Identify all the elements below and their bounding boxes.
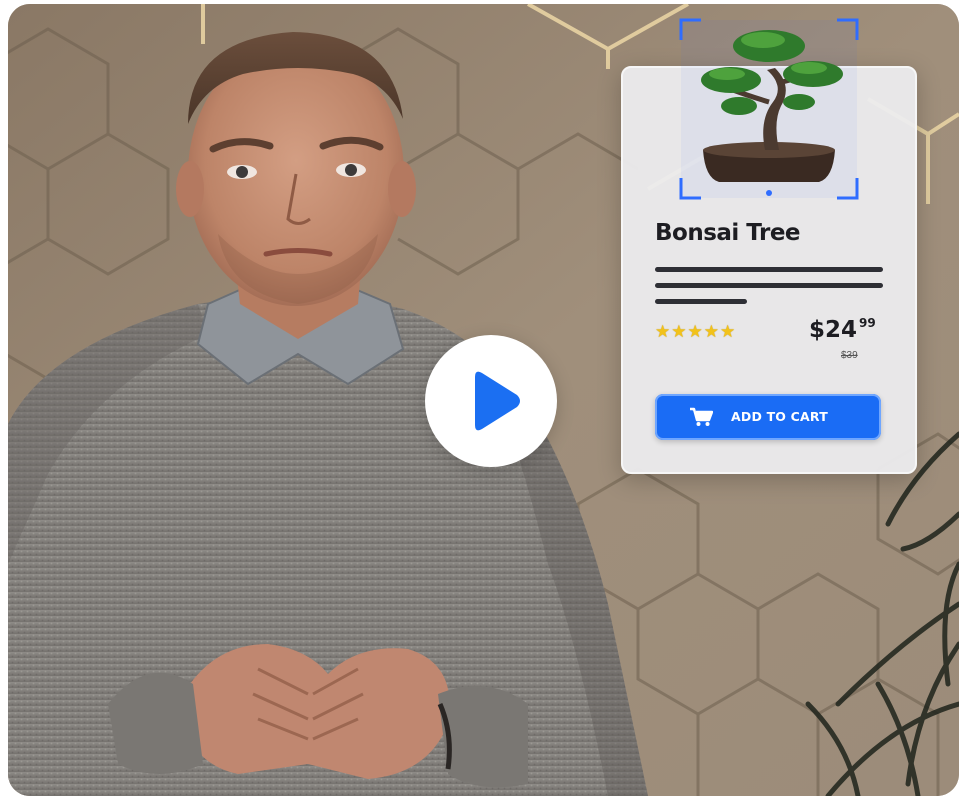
product-price: $24 99: [809, 316, 876, 343]
bonsai-image: [679, 18, 859, 200]
add-to-cart-label: ADD TO CART: [731, 409, 828, 424]
play-button[interactable]: [425, 335, 557, 467]
add-to-cart-button[interactable]: ADD TO CART: [655, 394, 881, 440]
original-price: $39: [841, 350, 858, 361]
rating-stars: ★★★★★: [655, 322, 737, 341]
cart-icon: [690, 407, 713, 426]
description-placeholder-line: [655, 299, 747, 304]
description-placeholder-line: [655, 283, 883, 288]
price-dollars: $24: [809, 317, 858, 343]
description-placeholder-line: [655, 267, 883, 272]
play-icon: [475, 371, 520, 431]
product-card: Bonsai Tree ★★★★★ $24 99 $39 ADD TO CART: [621, 18, 917, 474]
product-title: Bonsai Tree: [655, 220, 801, 246]
price-cents: 99: [859, 316, 876, 330]
video-thumbnail[interactable]: Bonsai Tree ★★★★★ $24 99 $39 ADD TO CART: [8, 4, 959, 796]
